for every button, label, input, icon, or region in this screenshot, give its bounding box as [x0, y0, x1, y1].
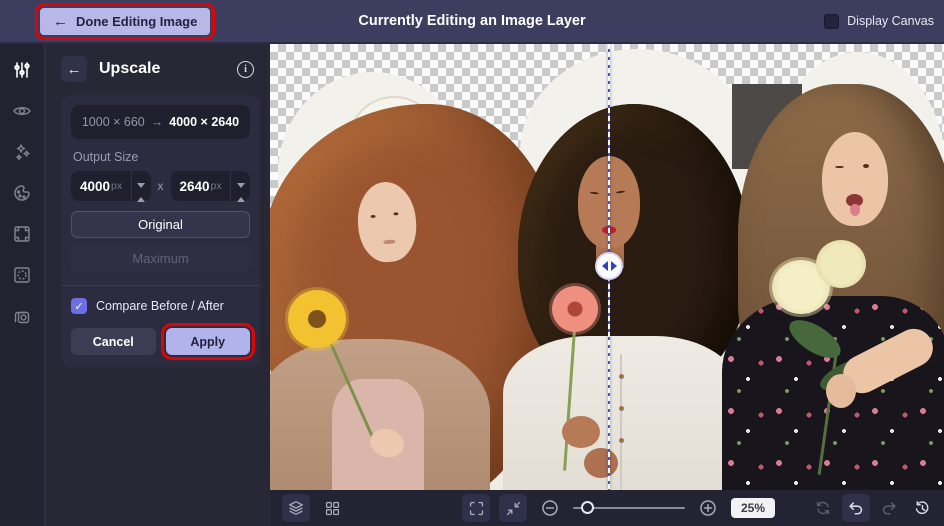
undo-icon[interactable] — [842, 494, 870, 522]
zoom-level-display[interactable]: 25% — [731, 498, 776, 518]
history-icon[interactable] — [908, 494, 936, 522]
duplicate-layers-icon[interactable] — [10, 304, 34, 328]
eye — [393, 212, 399, 216]
canvas-column: 25% — [270, 44, 944, 526]
closed-eye — [615, 190, 626, 194]
height-stepper — [230, 171, 250, 205]
compare-divider-handle[interactable] — [595, 252, 623, 280]
info-icon[interactable]: i — [237, 60, 254, 78]
fit-screen-icon[interactable] — [462, 494, 490, 522]
height-stepper-down[interactable] — [236, 182, 245, 205]
dimension-summary: 1000 × 660 → 4000 × 2640 — [71, 105, 250, 139]
divider — [61, 285, 260, 286]
cancel-button[interactable]: Cancel — [71, 328, 156, 355]
magic-effects-icon[interactable] — [10, 140, 34, 164]
toolbar-history-group — [809, 494, 936, 522]
blouse-button — [619, 438, 624, 443]
page-title: Currently Editing an Image Layer — [358, 13, 586, 29]
eye-icon[interactable] — [10, 99, 34, 123]
panel-title: Upscale — [99, 60, 161, 77]
layers-icon[interactable] — [282, 494, 310, 522]
done-editing-label: Done Editing Image — [76, 13, 198, 29]
output-size-label: Output Size — [73, 150, 139, 164]
winking-eye — [835, 166, 844, 168]
main-area: ← Upscale i 1000 × 660 → 4000 × 2640 Out… — [0, 44, 944, 526]
redo-icon[interactable] — [875, 494, 903, 522]
top-bar: ← Done Editing Image Currently Editing a… — [0, 0, 944, 44]
check-icon: ✓ — [74, 300, 84, 313]
tongue-out — [850, 204, 860, 216]
closed-eye — [589, 191, 600, 195]
collapse-view-icon[interactable] — [499, 494, 527, 522]
display-canvas-checkbox[interactable] — [824, 13, 840, 29]
pink-gerbera-flower — [552, 286, 598, 332]
apply-button[interactable]: Apply — [160, 323, 255, 360]
compare-row: ✓ Compare Before / After — [71, 298, 250, 314]
eye — [863, 164, 869, 168]
upscale-panel: ← Upscale i 1000 × 660 → 4000 × 2640 Out… — [45, 44, 270, 526]
zoom-in-icon[interactable] — [694, 494, 722, 522]
compare-label: Compare Before / After — [96, 299, 224, 313]
woman-right-hand — [826, 374, 856, 408]
upscale-card: 1000 × 660 → 4000 × 2640 Output Size 400… — [61, 95, 260, 367]
zoom-slider-knob[interactable] — [581, 501, 594, 514]
zoom-out-icon[interactable] — [536, 494, 564, 522]
arrow-left-icon — [601, 261, 608, 271]
refresh-icon[interactable] — [809, 494, 837, 522]
panel-back-button[interactable]: ← — [61, 56, 87, 82]
panel-header: ← Upscale i — [61, 56, 260, 82]
width-stepper-down[interactable] — [137, 182, 145, 205]
tool-sidebar — [0, 44, 45, 526]
adjust-sliders-icon[interactable] — [10, 58, 34, 82]
display-canvas-label: Display Canvas — [847, 14, 934, 28]
woman-right-face — [822, 132, 888, 226]
compare-checkbox[interactable]: ✓ — [71, 298, 87, 314]
original-button[interactable]: Original — [71, 211, 250, 238]
width-input[interactable]: 4000 px — [71, 171, 151, 205]
output-size-row: 4000 px x 2640 px — [71, 171, 250, 205]
toolbar-left-group — [282, 494, 346, 522]
arrow-right-icon: → — [150, 115, 164, 129]
frame-icon[interactable] — [10, 222, 34, 246]
width-value: 4000 — [80, 178, 111, 194]
mask-icon[interactable] — [10, 263, 34, 287]
toolbar-zoom-group: 25% — [462, 494, 776, 522]
action-row: Cancel Apply — [71, 323, 255, 360]
height-value: 2640 — [179, 178, 210, 194]
grid-view-icon[interactable] — [318, 494, 346, 522]
color-palette-icon[interactable] — [10, 181, 34, 205]
blouse-button — [619, 406, 624, 411]
maximum-button[interactable]: Maximum — [71, 245, 250, 272]
sunflower — [288, 290, 346, 348]
back-arrow-icon: ← — [53, 12, 68, 30]
woman-middle-white-blouse — [503, 336, 741, 490]
woman-middle-hand — [562, 416, 600, 448]
canvas-toolbar: 25% — [270, 490, 944, 526]
width-unit: px — [111, 180, 123, 192]
height-unit: px — [210, 180, 222, 192]
arrow-right-icon — [610, 261, 617, 271]
done-editing-button[interactable]: ← Done Editing Image — [34, 2, 216, 40]
width-stepper — [130, 171, 151, 205]
woman-middle-hand — [584, 448, 618, 478]
zoom-slider[interactable] — [573, 501, 685, 515]
back-arrow-icon: ← — [66, 60, 82, 78]
eye — [370, 214, 376, 219]
size-separator: x — [157, 179, 164, 193]
display-canvas-toggle[interactable]: Display Canvas — [824, 13, 934, 29]
mouth — [383, 239, 396, 245]
canvas-image[interactable] — [270, 44, 944, 490]
dimension-before: 1000 × 660 — [81, 115, 145, 129]
blouse-button — [619, 374, 624, 379]
yellow-chrysanthemum — [816, 240, 866, 288]
height-input[interactable]: 2640 px — [170, 171, 250, 205]
dimension-after: 4000 × 2640 — [169, 115, 240, 129]
